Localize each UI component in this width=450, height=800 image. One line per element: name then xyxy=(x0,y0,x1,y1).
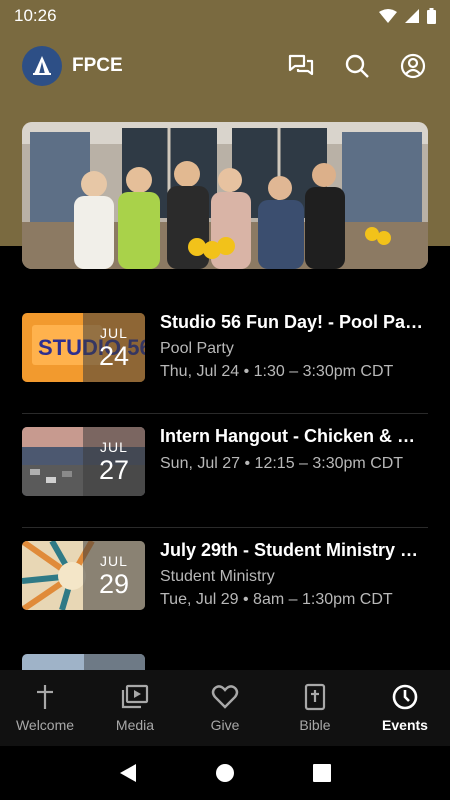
home-icon[interactable] xyxy=(215,763,235,783)
date-badge: JUL 29 xyxy=(83,541,145,610)
back-icon[interactable] xyxy=(118,762,138,784)
event-subtitle: Pool Party xyxy=(160,340,234,357)
media-icon xyxy=(121,683,149,711)
event-item[interactable]: JUL 27 Intern Hangout - Chicken & Waffle… xyxy=(22,414,428,528)
system-nav-bar xyxy=(0,746,450,800)
event-thumbnail: STUDIO 56 JUL 24 xyxy=(22,313,145,382)
status-time: 10:26 xyxy=(14,6,57,25)
nav-label: Bible xyxy=(299,717,331,733)
chat-icon[interactable] xyxy=(286,51,316,81)
heart-icon xyxy=(211,683,239,711)
battery-icon xyxy=(427,8,436,24)
nav-welcome[interactable]: Welcome xyxy=(0,670,90,746)
event-item[interactable]: STUDIO 56 JUL 24 Studio 56 Fun Day! - Po… xyxy=(22,300,428,414)
bottom-nav: Welcome Media Give Bible Events xyxy=(0,670,450,746)
app-title: FPCE xyxy=(72,55,123,76)
event-thumbnail: JUL 27 xyxy=(22,427,145,496)
search-icon[interactable] xyxy=(342,51,372,81)
recents-icon[interactable] xyxy=(312,763,332,783)
date-day: 27 xyxy=(98,455,130,485)
nav-bible[interactable]: Bible xyxy=(270,670,360,746)
event-title: July 29th - Student Ministry Day xyxy=(160,540,428,560)
date-month: JUL xyxy=(100,439,128,455)
cross-icon xyxy=(31,683,59,711)
event-title: Intern Hangout - Chicken & Waffles xyxy=(160,426,428,446)
nav-label: Events xyxy=(382,717,428,733)
event-datetime: Sun, Jul 27 • 12:15 – 3:30pm CDT xyxy=(160,455,404,472)
event-datetime: Tue, Jul 29 • 8am – 1:30pm CDT xyxy=(160,591,393,608)
event-title: Studio 56 Fun Day! - Pool Party xyxy=(160,312,428,332)
event-datetime: Thu, Jul 24 • 1:30 – 3:30pm CDT xyxy=(160,363,394,380)
date-day: 29 xyxy=(98,569,130,599)
date-month: JUL xyxy=(100,325,128,341)
bible-icon xyxy=(301,683,329,711)
church-logo-icon[interactable] xyxy=(22,46,62,86)
date-month: JUL xyxy=(100,553,128,569)
event-list: STUDIO 56 JUL 24 Studio 56 Fun Day! - Po… xyxy=(22,300,428,642)
date-day: 24 xyxy=(98,341,130,371)
nav-label: Welcome xyxy=(15,717,75,733)
status-bar: 10:26 xyxy=(0,0,450,32)
status-icons xyxy=(379,8,436,24)
event-item[interactable]: JUL 29 July 29th - Student Ministry Day … xyxy=(22,528,428,642)
nav-label: Give xyxy=(210,717,240,733)
account-icon[interactable] xyxy=(398,51,428,81)
nav-label: Media xyxy=(115,717,155,733)
hero-image[interactable] xyxy=(22,122,428,269)
date-badge: JUL 27 xyxy=(83,427,145,496)
app-bar: FPCE xyxy=(0,40,450,92)
clock-icon xyxy=(391,683,419,711)
event-thumbnail-partial[interactable] xyxy=(22,654,145,670)
event-thumbnail: JUL 29 xyxy=(22,541,145,610)
date-badge: JUL 24 xyxy=(83,313,145,382)
nav-media[interactable]: Media xyxy=(90,670,180,746)
wifi-icon xyxy=(379,9,397,23)
nav-give[interactable]: Give xyxy=(180,670,270,746)
signal-icon xyxy=(405,9,419,23)
event-subtitle: Student Ministry xyxy=(160,568,275,585)
nav-events[interactable]: Events xyxy=(360,670,450,746)
